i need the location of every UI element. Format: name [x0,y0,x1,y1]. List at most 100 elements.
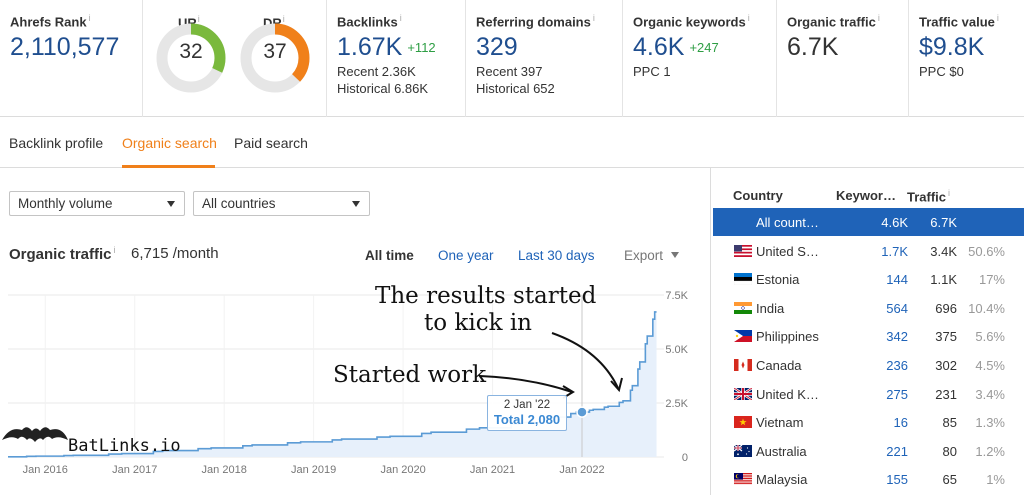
country-country-cell: India [756,300,785,316]
organic-keywords-label: Organic keywords i [633,13,750,30]
country-row[interactable]: Estonia 144 1.1K 17% [713,265,1024,293]
country-row[interactable]: United S… 1.7K 3.4K 50.6% [713,237,1024,265]
organic-traffic-label: Organic traffic i [787,13,880,30]
info-icon[interactable]: i [114,245,116,255]
country-keywords-cell[interactable]: 275 [886,387,908,402]
country-keywords-cell[interactable]: 4.6K [881,215,908,230]
countries-select[interactable]: All countries [193,191,370,216]
y-tick-label: 0 [682,452,688,464]
traffic-value-label: Traffic value i [919,13,999,30]
country-country-cell: All count… [756,215,819,230]
country-country-cell: United S… [756,243,819,259]
x-tick-label: Jan 2018 [202,464,247,476]
info-icon[interactable]: i [400,13,402,23]
chevron-down-icon [352,201,360,207]
chart-x-axis: Jan 2016 Jan 2017 Jan 2018 Jan 2019 Jan 2020… [23,464,605,476]
ahrefs-rank-value: 2,110,577 [10,33,120,62]
tooltip-date: 2 Jan '22 [503,399,551,411]
x-tick-label: Jan 2017 [112,464,157,476]
country-keywords-cell[interactable]: 342 [886,329,908,344]
backlinks-recent: Recent 2.36K [337,64,416,80]
keywords-header[interactable]: Keywor… [836,188,896,203]
organic-keywords-value: 4.6K +247 [633,33,719,62]
chevron-down-icon [167,201,175,207]
info-icon[interactable]: i [878,13,880,23]
ur-value: 32 [179,40,203,63]
backlinks-label: Backlinks i [337,13,402,30]
x-tick-label: Jan 2016 [23,464,68,476]
country-table: Country Keywor… Traffic i All count… 4.6K 6… [710,168,1024,495]
organic-keywords-ppc: PPC 1 [633,64,671,80]
chart-annotation-arrows [479,332,623,399]
y-tick-label: 7.5K [665,290,688,302]
country-row[interactable]: Australia 221 80 1.2% [713,437,1024,465]
country-country-cell: Philippines [756,329,819,345]
country-traffic-cell: 696 [935,300,957,316]
export-button[interactable]: Export [624,248,680,263]
chart-tooltip: 2 Jan '22 Total 2,080 [487,395,567,431]
country-row[interactable]: Canada 236 302 4.5% [713,351,1024,379]
referring-domains-label: Referring domains i [476,13,595,30]
y-tick-label: 2.5K [665,398,688,410]
country-traffic-cell: 231 [935,386,957,402]
country-traffic-cell: 80 [942,443,957,459]
range-all-time[interactable]: All time [365,248,414,263]
country-keywords-cell[interactable]: 16 [894,415,908,430]
country-keywords-cell[interactable]: 564 [886,301,908,316]
volume-select-value: Monthly volume [18,196,113,211]
referring-domains-value: 329 [476,33,518,62]
ahrefs-rank-card[interactable]: Ahrefs Rank i 2,110,577 [0,0,143,117]
info-icon[interactable]: i [748,13,750,23]
info-icon[interactable]: i [997,13,999,23]
country-traffic-cell: 375 [935,329,957,345]
country-row[interactable]: Philippines 342 375 5.6% [713,322,1024,350]
vn-flag-icon [734,416,752,429]
country-pct-cell: 5.6% [975,329,1005,345]
tab-backlink-profile[interactable]: Backlink profile [9,135,103,151]
organic-traffic-card[interactable]: Organic traffic i 6.7K [777,0,909,117]
active-tab-underline [122,165,215,168]
country-country-cell: Malaysia [756,472,808,488]
tab-organic-search[interactable]: Organic search [122,135,217,151]
country-country-cell: Vietnam [756,415,804,431]
ca-flag-icon [734,359,752,371]
arrow-started-work [479,375,573,393]
gb-flag-icon [734,387,752,400]
country-row[interactable]: Malaysia 155 65 1% [713,465,1024,493]
country-keywords-cell[interactable]: 155 [886,472,908,487]
my-flag-icon [734,473,752,486]
ee-flag-icon [734,273,752,286]
in-flag-icon [734,301,752,314]
country-country-cell: Australia [756,443,807,459]
traffic-header[interactable]: Traffic i [907,188,950,204]
country-traffic-cell: 6.7K [930,215,957,230]
country-traffic-cell: 3.4K [930,243,957,259]
info-icon[interactable]: i [948,188,950,198]
traffic-value-card[interactable]: Traffic value i $9.8K PPC $0 [909,0,1024,117]
country-row[interactable]: India 564 696 10.4% [713,294,1024,322]
country-row-all[interactable]: All count… 4.6K 6.7K [713,208,1024,236]
country-keywords-cell[interactable]: 144 [886,272,908,287]
backlinks-card[interactable]: Backlinks i 1.67K +112 Recent 2.36K Histor… [327,0,466,117]
country-keywords-cell[interactable]: 1.7K [881,244,908,259]
backlinks-delta: +112 [407,40,436,56]
x-tick-label: Jan 2022 [559,464,604,476]
referring-domains-card[interactable]: Referring domains i 329 Recent 397 Histor… [466,0,623,117]
country-row[interactable]: United K… 275 231 3.4% [713,380,1024,408]
traffic-value-ppc: PPC $0 [919,64,964,80]
tab-paid-search[interactable]: Paid search [234,135,308,151]
annotation-results-line2: to kick in [424,310,532,336]
ahrefs-rank-label: Ahrefs Rank i [10,13,91,30]
country-header[interactable]: Country [733,188,783,203]
country-keywords-cell[interactable]: 221 [886,444,908,459]
info-icon[interactable]: i [89,13,91,23]
country-traffic-cell: 1.1K [930,272,957,288]
organic-keywords-card[interactable]: Organic keywords i 4.6K +247 PPC 1 [623,0,777,117]
country-keywords-cell[interactable]: 236 [886,358,908,373]
range-one-year[interactable]: One year [438,248,494,263]
volume-select[interactable]: Monthly volume [9,191,185,216]
range-last-30-days[interactable]: Last 30 days [518,248,595,263]
country-row[interactable]: Vietnam 16 85 1.3% [713,408,1024,436]
country-pct-cell: 50.6% [968,243,1005,259]
info-icon[interactable]: i [593,13,595,23]
